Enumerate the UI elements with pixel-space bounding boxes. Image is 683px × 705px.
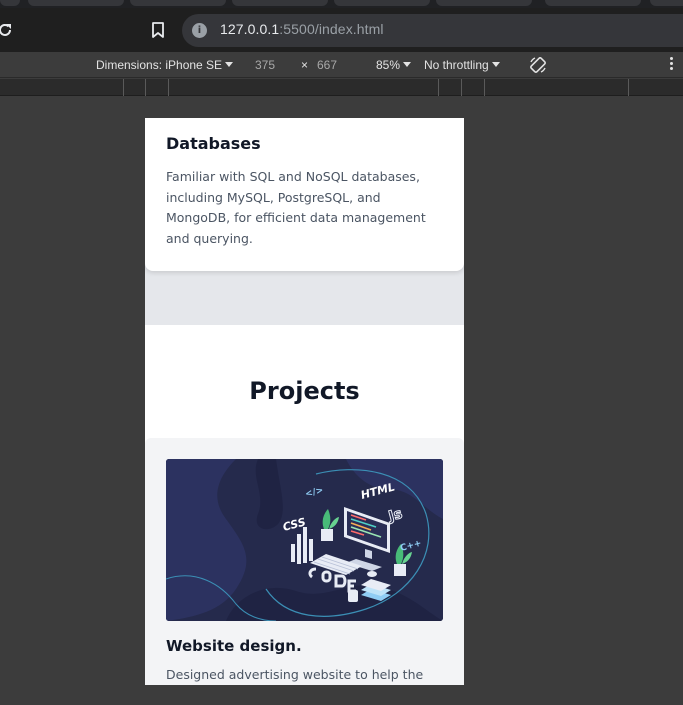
project-card[interactable]: HTML CSS Js C++ </> Website design. Desi… <box>145 438 464 685</box>
browser-tab[interactable] <box>334 0 430 6</box>
tab-strip <box>0 0 683 8</box>
throttling-select[interactable]: No throttling <box>424 58 500 72</box>
address-bar[interactable]: i 127.0.0.1:5500/index.html <box>182 14 683 47</box>
media-query-ruler[interactable] <box>0 79 683 96</box>
site-info-icon[interactable]: i <box>192 23 207 38</box>
browser-tab[interactable] <box>545 0 641 6</box>
browser-tab[interactable] <box>0 0 20 6</box>
bookmark-icon[interactable] <box>150 21 166 39</box>
project-description: Designed advertising website to help the <box>166 667 424 682</box>
more-options-icon[interactable] <box>668 57 674 73</box>
skill-card-databases: Databases Familiar with SQL and NoSQL da… <box>145 118 464 271</box>
browser-tab[interactable] <box>28 0 124 6</box>
dimensions-select[interactable]: Dimensions: iPhone SE <box>96 58 234 72</box>
rotate-icon[interactable] <box>528 55 548 75</box>
coding-illustration: HTML CSS Js C++ </> <box>166 459 443 621</box>
skill-card-title: Databases <box>166 134 261 153</box>
reload-icon[interactable] <box>0 21 14 39</box>
section-heading: Projects <box>249 377 360 405</box>
chevron-down-icon <box>225 62 234 67</box>
device-viewport: Databases Familiar with SQL and NoSQL da… <box>145 118 464 685</box>
width-input[interactable]: 375 <box>255 58 275 72</box>
browser-tab[interactable] <box>130 0 226 6</box>
height-input[interactable]: 667 <box>317 58 337 72</box>
browser-tab[interactable] <box>650 0 683 6</box>
address-bar-row: i 127.0.0.1:5500/index.html <box>0 8 683 52</box>
skill-card-description: Familiar with SQL and NoSQL databases, i… <box>166 169 426 246</box>
url-text[interactable]: 127.0.0.1:5500/index.html <box>220 21 384 37</box>
times-sign: × <box>301 58 309 72</box>
zoom-select[interactable]: 85% <box>376 58 412 72</box>
browser-tab[interactable] <box>232 0 328 6</box>
project-image: HTML CSS Js C++ </> <box>166 459 443 621</box>
browser-tab[interactable] <box>436 0 532 6</box>
device-toolbar: Dimensions: iPhone SE 375 × 667 85% No t… <box>0 52 683 78</box>
chevron-down-icon <box>491 62 500 67</box>
projects-section: Projects HTML CSS Js C++ </> Website des… <box>145 325 464 685</box>
project-title: Website design. <box>166 637 302 655</box>
chevron-down-icon <box>403 62 412 67</box>
